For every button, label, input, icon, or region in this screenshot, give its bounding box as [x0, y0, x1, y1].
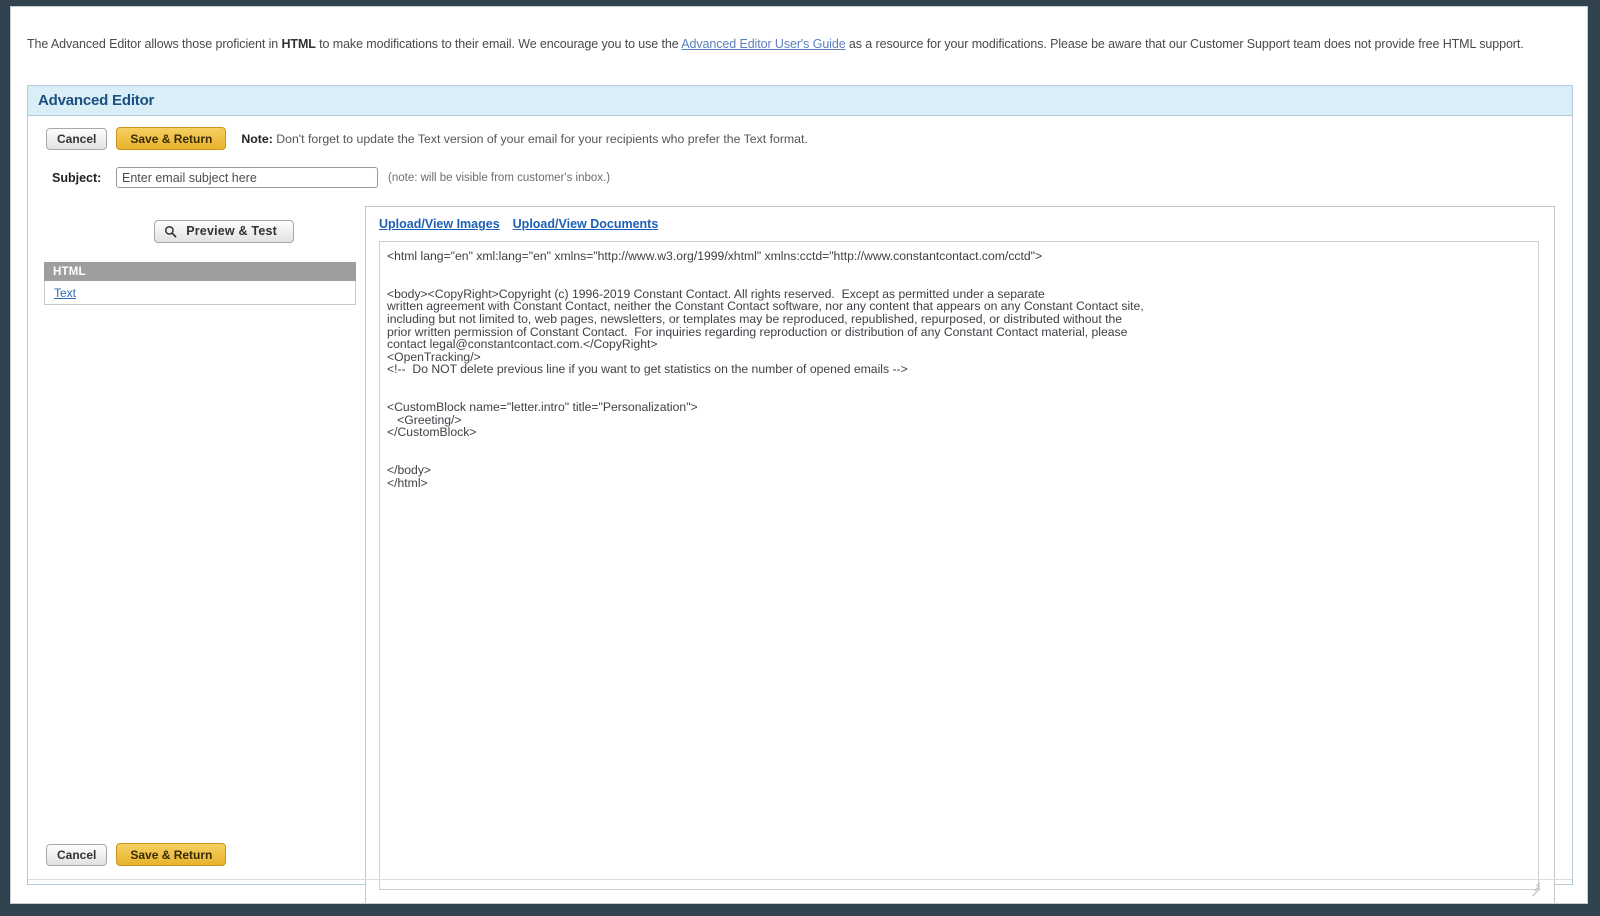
tab-text[interactable]: Text — [44, 281, 356, 305]
save-and-return-button-top[interactable]: Save & Return — [116, 127, 227, 150]
preview-and-test-button[interactable]: Preview & Test — [154, 220, 294, 243]
intro-text-part3: as a resource for your modifications. Pl… — [845, 37, 1524, 51]
panel-header: Advanced Editor — [28, 86, 1572, 116]
preview-and-test-label: Preview & Test — [186, 224, 277, 239]
save-and-return-button-bottom[interactable]: Save & Return — [116, 843, 227, 866]
left-column: Preview & Test HTML Text — [44, 220, 356, 305]
intro-html-emphasis: HTML — [281, 37, 316, 51]
tab-html[interactable]: HTML — [44, 262, 356, 281]
advanced-editor-panel: Advanced Editor Cancel Save & Return Not… — [27, 85, 1573, 903]
top-toolbar: Cancel Save & Return Note: Don't forget … — [46, 127, 808, 150]
intro-text-part1: The Advanced Editor allows those profici… — [27, 37, 282, 51]
tab-html-label: HTML — [53, 265, 86, 278]
cancel-button-top[interactable]: Cancel — [46, 127, 108, 150]
panel-footer-divider — [28, 879, 1572, 880]
tab-text-link[interactable]: Text — [54, 286, 76, 300]
subject-label: Subject: — [52, 170, 102, 185]
upload-links: Upload/View Images Upload/View Documents — [366, 207, 1554, 231]
toolbar-note-body: Don't forget to update the Text version … — [272, 131, 808, 146]
subject-row: Subject: (note: will be visible from cus… — [52, 167, 610, 188]
bottom-toolbar: Cancel Save & Return — [46, 843, 227, 866]
intro-text-part2: to make modifications to their email. We… — [315, 37, 682, 51]
html-code-textarea[interactable]: <html lang="en" xml:lang="en" xmlns="htt… — [379, 241, 1539, 890]
upload-view-images-link[interactable]: Upload/View Images — [379, 217, 500, 231]
toolbar-note-label: Note: — [241, 131, 273, 146]
subject-note: (note: will be visible from customer's i… — [388, 171, 611, 184]
preview-button-wrapper: Preview & Test — [44, 220, 356, 243]
html-editor-container: Upload/View Images Upload/View Documents… — [365, 206, 1555, 903]
upload-view-documents-link[interactable]: Upload/View Documents — [513, 217, 659, 231]
intro-paragraph: The Advanced Editor allows those profici… — [27, 37, 1524, 51]
page-frame: The Advanced Editor allows those profici… — [10, 6, 1588, 904]
advanced-editor-users-guide-link[interactable]: Advanced Editor User's Guide — [681, 37, 845, 51]
page-title: Advanced Editor — [38, 92, 155, 109]
magnifier-icon — [164, 225, 177, 238]
subject-input[interactable] — [116, 167, 378, 188]
cancel-button-bottom[interactable]: Cancel — [46, 843, 108, 866]
format-tabs: HTML Text — [44, 262, 356, 305]
toolbar-note: Note: Don't forget to update the Text ve… — [241, 132, 807, 146]
